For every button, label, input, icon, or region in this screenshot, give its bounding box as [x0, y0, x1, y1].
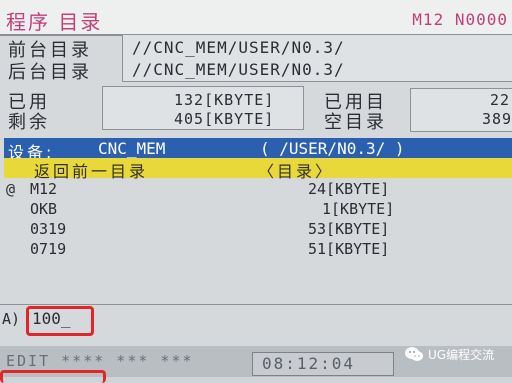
- device-bar[interactable]: 设备: CNC_MEM ( /USER/N0.3/ ): [4, 138, 512, 162]
- annotation-highlight: [26, 306, 94, 336]
- program-number: M12 N0000: [412, 10, 508, 29]
- file-name: 0719: [30, 240, 67, 258]
- device-path: ( /USER/N0.3/ ): [260, 139, 405, 158]
- foreground-path: //CNC_MEM/USER/N0.3/: [132, 38, 345, 57]
- cnc-screen: 程序 目录 M12 N0000 前台目录 后台目录 //CNC_MEM/USER…: [0, 0, 512, 383]
- free-dirs-value: 389: [482, 110, 512, 128]
- input-prompt: A): [2, 310, 21, 328]
- file-row[interactable]: 0719 51[KBYTE]: [4, 240, 424, 260]
- free-dirs-label: 空目录: [324, 112, 387, 133]
- screen-title: 程序 目录: [6, 10, 103, 34]
- file-row[interactable]: 0319 53[KBYTE]: [4, 220, 424, 240]
- current-marker: @: [6, 180, 16, 198]
- file-name: 0319: [30, 220, 67, 238]
- file-row[interactable]: OKB 1[KBYTE]: [4, 200, 424, 220]
- used-value: 132[KBYTE]: [174, 91, 275, 109]
- back-to-parent-row[interactable]: 返回前一目录 〈目录〉: [4, 158, 512, 181]
- file-size: 24[KBYTE]: [308, 180, 390, 198]
- wechat-icon: [405, 347, 423, 361]
- file-size: 1[KBYTE]: [322, 200, 395, 218]
- file-row[interactable]: @ M12 24[KBYTE]: [4, 180, 424, 200]
- input-divider: [0, 304, 512, 305]
- file-name: M12: [30, 180, 58, 198]
- remaining-label: 剩余: [8, 112, 50, 133]
- background-dir-label: 后台目录: [8, 62, 92, 83]
- file-size: 53[KBYTE]: [308, 220, 390, 238]
- status-mode: EDIT **** *** ***: [6, 352, 194, 370]
- file-size: 51[KBYTE]: [308, 240, 390, 258]
- watermark-text: UG编程交流: [428, 348, 495, 362]
- used-dirs-value: 22: [490, 91, 511, 109]
- back-type: 〈目录〉: [258, 162, 335, 181]
- background-path: //CNC_MEM/USER/N0.3/: [132, 60, 345, 79]
- back-label: 返回前一目录: [34, 162, 149, 181]
- watermark: UG编程交流: [404, 344, 508, 366]
- status-time: 08:12:04: [262, 354, 356, 373]
- file-name: OKB: [30, 200, 58, 218]
- title-bar: 程序 目录 M12 N0000: [0, 0, 512, 36]
- remaining-value: 405[KBYTE]: [174, 110, 275, 128]
- device-name: CNC_MEM: [98, 139, 166, 158]
